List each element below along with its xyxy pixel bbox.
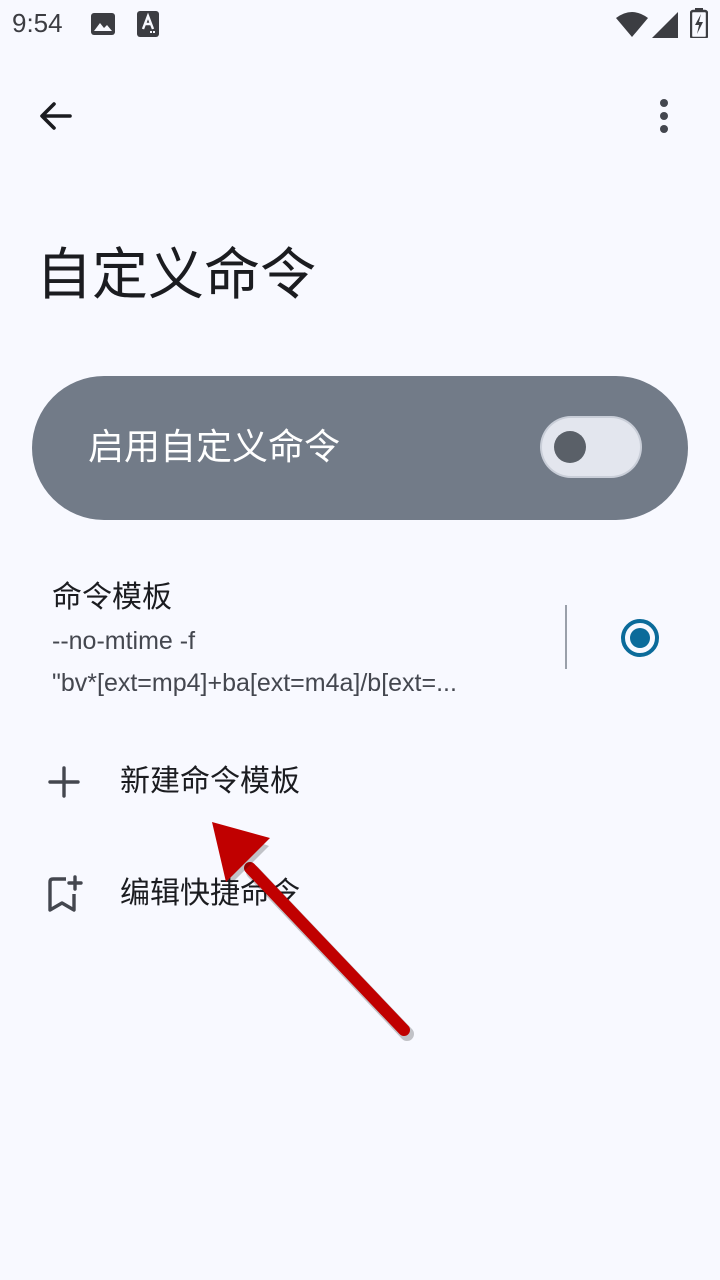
status-time: 9:54 [12,8,63,38]
edit-shortcuts-label: 编辑快捷命令 [120,876,300,911]
enable-switch[interactable] [542,418,640,476]
wifi-icon [616,12,648,37]
arrow-back-icon [40,102,72,130]
new-command-template-button[interactable]: 新建命令模板 [0,738,720,834]
enable-custom-commands-card[interactable]: 启用自定义命令 [32,376,688,520]
top-app-bar [0,60,720,164]
signal-icon [652,12,678,38]
battery-charging-icon [690,8,708,38]
image-icon [91,13,115,35]
more-vert-icon [660,99,668,133]
template-command: --no-mtime -f "bv*[ext=mp4]+ba[ext=m4a]/… [52,620,522,704]
text-a-icon [137,11,159,37]
vertical-divider [565,605,567,669]
new-command-template-label: 新建命令模板 [120,764,300,799]
switch-thumb [554,431,586,463]
template-title: 命令模板 [52,580,172,615]
edit-shortcuts-button[interactable]: 编辑快捷命令 [0,850,720,946]
page-title: 自定义命令 [36,243,316,308]
status-bar: 9:54 [0,0,720,50]
command-template-item[interactable]: 命令模板 --no-mtime -f "bv*[ext=mp4]+ba[ext=… [0,560,720,710]
enable-custom-commands-label: 启用自定义命令 [88,427,341,468]
template-radio-button[interactable] [620,618,660,658]
bookmark-add-icon [48,875,83,912]
back-button[interactable] [24,84,88,148]
template-command-line-1: --no-mtime -f [52,627,196,655]
template-command-line-2: "bv*[ext=mp4]+ba[ext=m4a]/b[ext=... [52,669,457,697]
add-icon [48,766,80,798]
more-options-button[interactable] [632,84,696,148]
